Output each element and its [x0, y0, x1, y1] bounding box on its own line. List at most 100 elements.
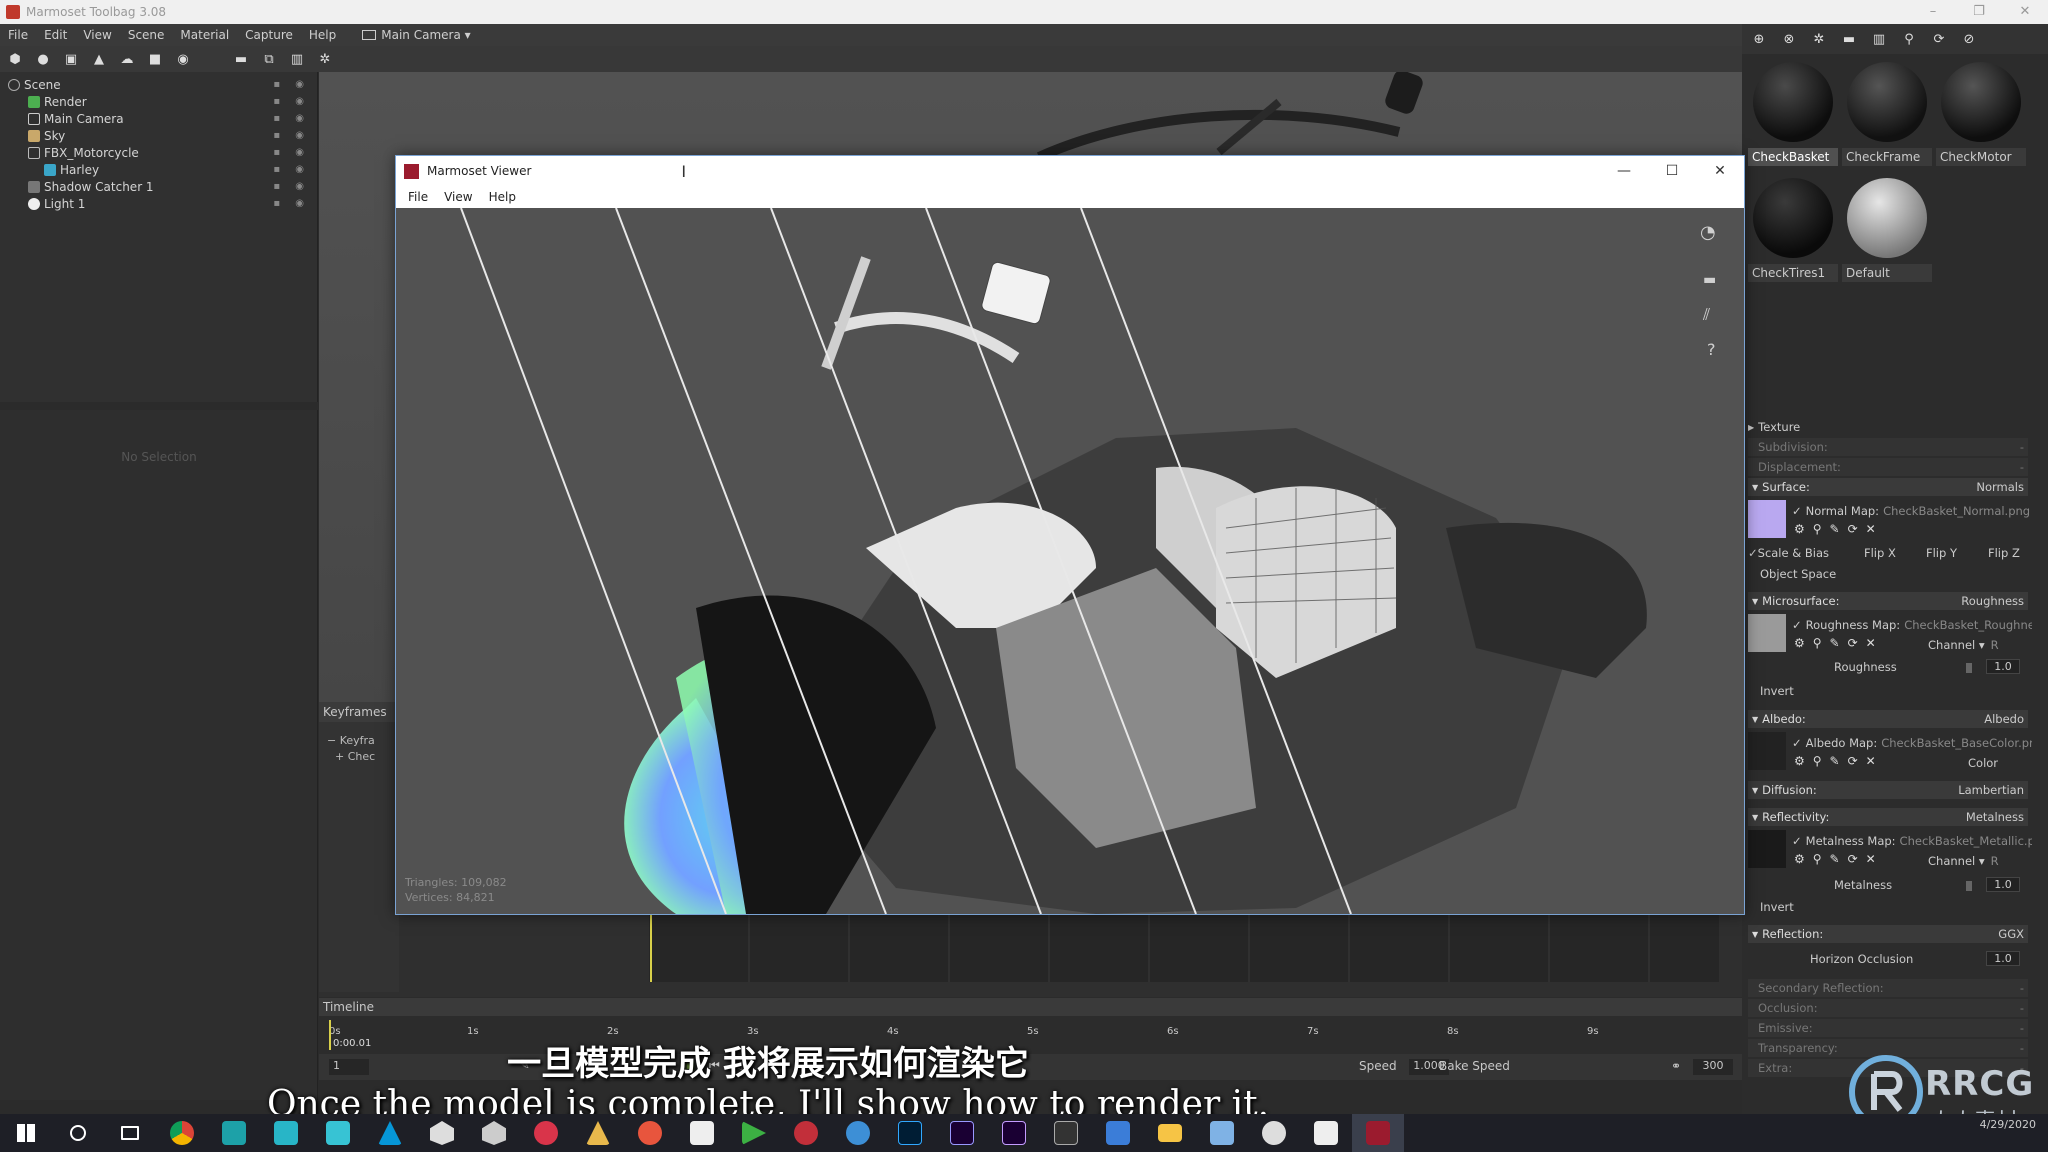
minimize-button[interactable]: –	[1910, 0, 1956, 24]
horizon-occlusion-field[interactable]: 1.0	[1986, 951, 2020, 966]
map-file[interactable]: CheckBasket_Metallic.p	[1900, 834, 2032, 848]
link-icon[interactable]: ⚭	[1671, 1059, 1681, 1073]
viewer-canvas[interactable]	[396, 208, 1744, 914]
viewer-close-button[interactable]: ✕	[1696, 156, 1744, 186]
marmoset-icon[interactable]	[572, 1114, 624, 1152]
invert-checkbox[interactable]: Invert	[1748, 898, 2028, 916]
folder-icon[interactable]: ▬	[1840, 31, 1858, 47]
picker-icon[interactable]: ⚲	[1900, 31, 1918, 47]
checkbox-icon[interactable]: ✓	[1748, 546, 1758, 560]
material-swatch-checkframe[interactable]: CheckFrame	[1842, 56, 1932, 166]
keyframe-track[interactable]	[649, 912, 1719, 982]
settings-icon[interactable]: ✲	[316, 51, 334, 67]
add-material-icon[interactable]: ⊕	[1750, 31, 1768, 47]
substance-icon[interactable]	[520, 1114, 572, 1152]
flip-x-checkbox[interactable]: Flip X	[1864, 546, 1896, 560]
subdivision-section[interactable]: Subdivision: -	[1748, 438, 2028, 456]
expand-icon[interactable]: +	[335, 750, 344, 763]
checkbox-icon[interactable]: ✓	[1792, 504, 1802, 518]
texture-section[interactable]: ▶ Texture	[1748, 418, 2028, 436]
material-swatch-checkmotor[interactable]: CheckMotor	[1936, 56, 2026, 166]
metalness-map-thumbnail[interactable]	[1748, 830, 1786, 868]
delete-icon[interactable]: ▥	[1870, 31, 1888, 47]
displacement-section[interactable]: Displacement: -	[1748, 458, 2028, 476]
unity-icon[interactable]	[468, 1114, 520, 1152]
app-icon[interactable]	[780, 1114, 832, 1152]
tree-item-shadow-catcher[interactable]: Shadow Catcher 1 ▪ ◉	[0, 178, 310, 195]
mail-icon[interactable]	[676, 1114, 728, 1152]
tree-item-render[interactable]: Render ▪ ◉	[0, 93, 310, 110]
delete-icon[interactable]: ▥	[288, 51, 306, 67]
material-swatch-checkbasket[interactable]: CheckBasket	[1748, 56, 1838, 166]
diffusion-section[interactable]: ▼ Diffusion: Lambertian	[1748, 781, 2028, 799]
map-actions-icons[interactable]: ⚙⚲✎⟳✕	[1794, 636, 1884, 650]
normal-map-thumbnail[interactable]	[1748, 500, 1786, 538]
map-file[interactable]: CheckBasket_Normal.png	[1883, 504, 2030, 518]
epic-icon[interactable]	[1040, 1114, 1092, 1152]
premiere-icon[interactable]	[988, 1114, 1040, 1152]
menu-file[interactable]: File	[0, 28, 36, 42]
visibility-icon[interactable]: ▪ ◉	[273, 130, 310, 141]
add-sky-icon[interactable]: ◉	[174, 51, 192, 67]
viewer-help-icon[interactable]: ?	[1707, 340, 1716, 359]
close-button[interactable]: ✕	[2002, 0, 2048, 24]
photoshop-icon[interactable]	[884, 1114, 936, 1152]
viewer-menu-file[interactable]: File	[400, 190, 436, 204]
app-icon[interactable]	[624, 1114, 676, 1152]
map-file[interactable]: CheckBasket_Roughne	[1904, 618, 2032, 632]
camera-selector[interactable]: Main Camera ▾	[362, 28, 471, 42]
add-group-icon[interactable]: ■	[146, 51, 164, 67]
app-icon[interactable]	[1300, 1114, 1352, 1152]
map-actions-icons[interactable]: ⚙⚲✎⟳✕	[1794, 754, 1884, 768]
media-icon[interactable]	[728, 1114, 780, 1152]
viewer-minimize-button[interactable]: —	[1600, 156, 1648, 186]
section-value[interactable]: Albedo	[1984, 712, 2024, 726]
surface-section[interactable]: ▼ Surface: Normals	[1748, 478, 2028, 496]
app-icon[interactable]	[832, 1114, 884, 1152]
menu-material[interactable]: Material	[172, 28, 237, 42]
end-frame-field[interactable]: 300	[1693, 1059, 1733, 1075]
maya-icon[interactable]	[260, 1114, 312, 1152]
task-view-icon[interactable]	[104, 1114, 156, 1152]
section-value[interactable]: GGX	[1998, 927, 2024, 941]
microsurface-section[interactable]: ▼ Microsurface: Roughness	[1748, 592, 2028, 610]
search-icon[interactable]	[52, 1114, 104, 1152]
tree-item-harley[interactable]: Harley ▪ ◉	[0, 161, 310, 178]
checkbox-icon[interactable]: ✓	[1792, 834, 1802, 848]
maya-icon[interactable]	[312, 1114, 364, 1152]
system-tray[interactable]: 4/29/2020	[1980, 1118, 2036, 1132]
flip-y-checkbox[interactable]: Flip Y	[1926, 546, 1957, 560]
windows-start-icon[interactable]	[0, 1114, 52, 1152]
checkbox-icon[interactable]: ✓	[1792, 618, 1802, 632]
emissive-section[interactable]: Emissive: -	[1748, 1019, 2028, 1037]
metalness-slider[interactable]	[1966, 881, 1972, 891]
app-icon[interactable]	[1248, 1114, 1300, 1152]
viewer-render-mode-icon[interactable]: ⫽	[1703, 305, 1710, 325]
menu-edit[interactable]: Edit	[36, 28, 75, 42]
flip-z-checkbox[interactable]: Flip Z	[1988, 546, 2020, 560]
section-value[interactable]: Lambertian	[1958, 783, 2024, 797]
checkbox-icon[interactable]: ✓	[1792, 736, 1802, 750]
visibility-icon[interactable]: ▪ ◉	[273, 181, 310, 192]
map-actions-icons[interactable]: ⚙⚲✎⟳✕	[1794, 522, 1884, 536]
menu-view[interactable]: View	[75, 28, 119, 42]
map-file[interactable]: CheckBasket_BaseColor.pn	[1881, 736, 2032, 750]
tree-item-main-camera[interactable]: Main Camera ▪ ◉	[0, 110, 310, 127]
occlusion-section[interactable]: Occlusion: -	[1748, 999, 2028, 1017]
viewer-titlebar[interactable]: Marmoset Viewer I — ☐ ✕	[396, 156, 1744, 186]
duplicate-icon[interactable]: ⧉	[260, 51, 278, 67]
roughness-map-thumbnail[interactable]	[1748, 614, 1786, 652]
add-shadow-icon[interactable]: ▲	[90, 51, 108, 67]
visibility-icon[interactable]: ▪ ◉	[273, 147, 310, 158]
viewer-menu-view[interactable]: View	[436, 190, 480, 204]
section-value[interactable]: Roughness	[1961, 594, 2024, 608]
expand-icon[interactable]: −	[327, 734, 336, 747]
section-value[interactable]: Normals	[1976, 480, 2024, 494]
menu-capture[interactable]: Capture	[237, 28, 301, 42]
app-icon[interactable]	[1092, 1114, 1144, 1152]
add-mesh-icon[interactable]: ⬢	[6, 51, 24, 67]
map-actions-icons[interactable]: ⚙⚲✎⟳✕	[1794, 852, 1884, 866]
after-effects-icon[interactable]	[936, 1114, 988, 1152]
menu-scene[interactable]: Scene	[120, 28, 173, 42]
duplicate-material-icon[interactable]: ⊗	[1780, 31, 1798, 47]
